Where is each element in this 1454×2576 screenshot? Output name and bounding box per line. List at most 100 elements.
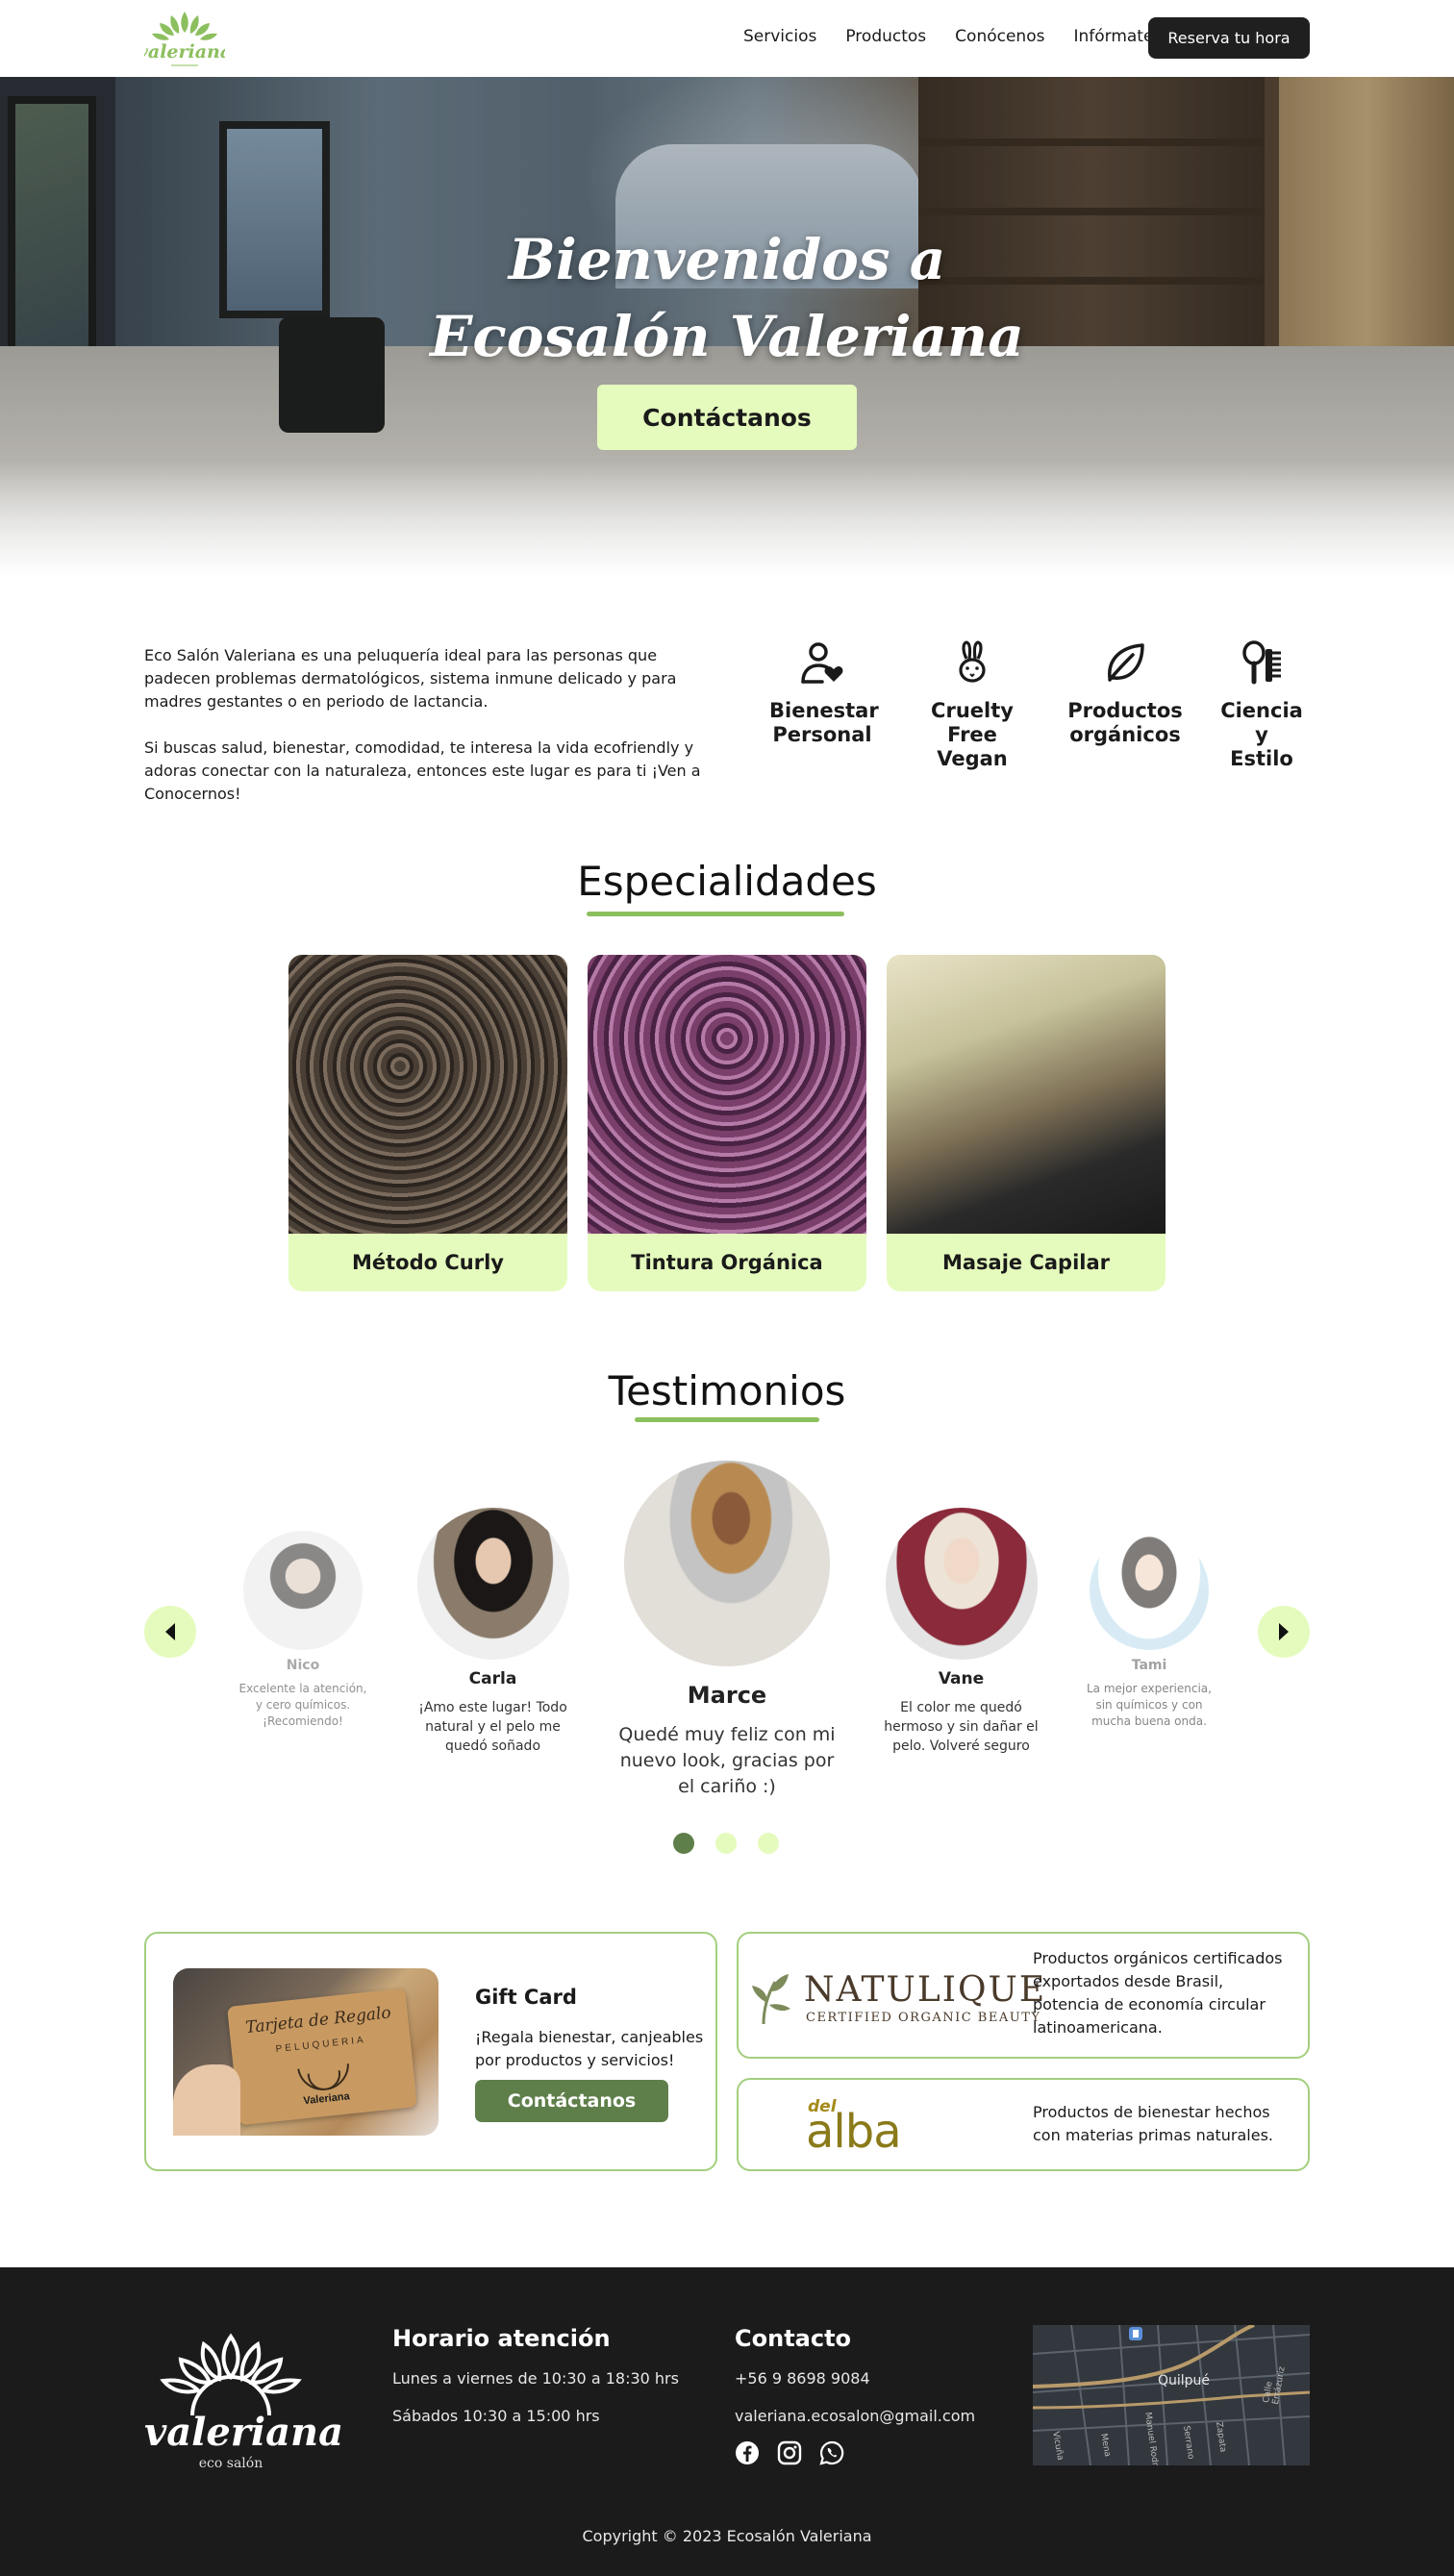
feature-bienestar-line2: Personal: [772, 723, 872, 746]
logo-wordmark: valeriana: [144, 41, 225, 63]
gift-card-hand: [173, 2064, 240, 2136]
specialty-card-curly[interactable]: Método Curly: [288, 955, 567, 1291]
footer-phone[interactable]: +56 9 8698 9084: [735, 2369, 870, 2388]
facebook-icon[interactable]: [735, 2440, 760, 2465]
leaf-icon: [1108, 643, 1144, 682]
nav-link-productos[interactable]: Productos: [845, 27, 926, 46]
hero-title-line1: Bienvenidos a: [508, 227, 946, 292]
arrow-right-icon: [1279, 1623, 1289, 1640]
footer-map[interactable]: Quilpué Vicuña Mena Manuel Rodríguez Zap…: [1033, 2325, 1310, 2465]
gift-card-box: Tarjeta de Regalo PELUQUERIA Valeriana G…: [144, 1932, 717, 2171]
testimonials-underline: [635, 1417, 819, 1422]
testimonial-text: La mejor experiencia, sin químicos y con…: [1087, 1682, 1212, 1728]
testimonial-text: El color me quedó hermoso y sin dañar el…: [884, 1700, 1039, 1754]
footer-email[interactable]: valeriana.ecosalon@gmail.com: [735, 2407, 975, 2425]
instagram-icon[interactable]: [777, 2440, 802, 2465]
avatar-vane: [885, 1508, 1038, 1660]
footer-social: [735, 2440, 844, 2465]
specialty-card-tintura[interactable]: Tintura Orgánica: [588, 955, 866, 1291]
testimonial-text: Excelente la atención, y cero químicos. …: [238, 1682, 367, 1728]
valeriana-logo[interactable]: valeriana: [138, 8, 232, 71]
nav-links: Servicios Productos Conócenos Infórmate: [743, 27, 1153, 46]
testimonial-name: Nico: [286, 1658, 320, 1673]
footer-logo-mandala-icon: [160, 2333, 302, 2416]
testimonial-name: Tami: [1131, 1658, 1167, 1673]
footer-logo-wordmark: valeriana: [144, 2410, 343, 2455]
carousel-dot-3[interactable]: [758, 1833, 779, 1854]
avatar-marce: [624, 1461, 830, 1666]
intro-paragraph-1: Eco Salón Valeriana es una peluquería id…: [144, 646, 677, 711]
natulique-logo[interactable]: NATULIQUE: [804, 1970, 1046, 2010]
map-city-label: Quilpué: [1158, 2373, 1211, 2388]
intro-text: Eco Salón Valeriana es una peluquería id…: [144, 644, 721, 829]
feature-cruelty-free: Cruelty Free Vegan: [910, 639, 1035, 771]
hero-title: Bienvenidos a Ecosalón Valeriana: [0, 221, 1454, 375]
reserve-button[interactable]: Reserva tu hora: [1148, 17, 1310, 59]
carousel-dot-1[interactable]: [673, 1833, 694, 1854]
hero-contact-button[interactable]: Contáctanos: [597, 385, 857, 450]
top-navbar: valeriana Servicios Productos Conócenos …: [0, 0, 1454, 77]
specialty-label-masaje: Masaje Capilar: [941, 1251, 1111, 1274]
avatar-tami: [1090, 1531, 1209, 1650]
nav-link-servicios[interactable]: Servicios: [743, 27, 816, 46]
specialties-title: Especialidades: [577, 858, 877, 905]
feature-organicos-line2: orgánicos: [1069, 723, 1181, 746]
feature-ciencia-line1: Ciencia y: [1220, 699, 1303, 746]
footer-logo[interactable]: valeriana eco salón: [144, 2327, 343, 2471]
footer-hours-weekdays: Lunes a viernes de 10:30 a 18:30 hrs: [392, 2369, 679, 2388]
testimonial-text: ¡Amo este lugar! Todo natural y el pelo …: [418, 1700, 567, 1754]
testimonial-tami: Tami La mejor experiencia, sin químicos …: [1082, 1531, 1216, 1730]
footer-contact-title: Contacto: [735, 2325, 852, 2352]
footer-copyright: Copyright © 2023 Ecosalón Valeriana: [582, 2527, 872, 2545]
gift-contact-button[interactable]: Contáctanos: [475, 2080, 668, 2122]
footer: valeriana eco salón Horario atención Lun…: [0, 2267, 1454, 2576]
nav-link-conocenos[interactable]: Conócenos: [955, 27, 1044, 46]
feature-organicos-line1: Productos: [1067, 699, 1183, 722]
features-row: Bienestar Personal Cruelty Free Vegan Pr…: [769, 639, 1310, 770]
testimonial-vane: Vane El color me quedó hermoso y sin dañ…: [882, 1508, 1040, 1756]
gift-card-mandala-icon: [297, 2063, 349, 2090]
testimonial-name: Vane: [938, 1669, 985, 1688]
specialty-image-tintura: [588, 955, 866, 1234]
feature-ciencia-line2: Estilo: [1230, 747, 1293, 770]
feature-cruelty-line1: Cruelty Free: [931, 699, 1014, 746]
footer-logo-sub: eco salón: [198, 2456, 263, 2471]
brand-box-natulique: NATULIQUE CERTIFIED ORGANIC BEAUTY Produ…: [737, 1932, 1310, 2059]
delalba-description: Productos de bienestar hechos con materi…: [1033, 2103, 1274, 2144]
carousel-dot-2[interactable]: [715, 1833, 737, 1854]
testimonial-carla: Carla ¡Amo este lugar! Todo natural y el…: [414, 1508, 572, 1756]
specialty-label-curly: Método Curly: [352, 1251, 504, 1274]
feature-ciencia: Ciencia y Estilo: [1214, 639, 1310, 771]
avatar-nico: [243, 1531, 363, 1650]
testimonial-name: Carla: [468, 1669, 517, 1688]
carousel-prev-button[interactable]: [144, 1606, 196, 1658]
feature-organicos: Productos orgánicos: [1067, 639, 1183, 747]
natulique-description: Productos orgánicos certificados exporta…: [1033, 1949, 1283, 2037]
testimonials-title: Testimonios: [608, 1367, 846, 1414]
specialty-image-curly: [288, 955, 567, 1234]
avatar-carla: [416, 1508, 569, 1660]
specialty-card-masaje[interactable]: Masaje Capilar: [887, 955, 1166, 1291]
natulique-logo-sub: CERTIFIED ORGANIC BEAUTY: [806, 2011, 1041, 2025]
gift-card-image: Tarjeta de Regalo PELUQUERIA Valeriana: [173, 1968, 439, 2136]
feature-bienestar-line1: Bienestar: [769, 699, 879, 722]
hero-banner: Bienvenidos a Ecosalón Valeriana Contáct…: [0, 77, 1454, 577]
rabbit-icon: [959, 640, 986, 683]
delalba-logo[interactable]: alba: [806, 2105, 902, 2159]
footer-hours-title: Horario atención: [392, 2325, 611, 2352]
person-heart-icon: [801, 642, 843, 684]
specialty-image-masaje: [887, 955, 1166, 1234]
mirror-comb-icon: [1242, 640, 1281, 685]
feature-cruelty-line2: Vegan: [937, 747, 1008, 770]
carousel-dots: [673, 1833, 789, 1854]
intro-paragraph-2: Si buscas salud, bienestar, comodidad, t…: [144, 738, 701, 803]
nav-link-informate[interactable]: Infórmate: [1073, 27, 1153, 46]
whatsapp-icon[interactable]: [819, 2440, 844, 2465]
arrow-left-icon: [165, 1623, 175, 1640]
brand-box-delalba: del alba Productos de bienestar hechos c…: [737, 2078, 1310, 2171]
footer-hours-saturday: Sábados 10:30 a 15:00 hrs: [392, 2407, 600, 2425]
feature-bienestar: Bienestar Personal: [769, 639, 879, 747]
carousel-next-button[interactable]: [1258, 1606, 1310, 1658]
testimonial-marce: Marce Quedé muy feliz con mi nuevo look,…: [615, 1461, 839, 1800]
testimonial-text: Quedé muy feliz con mi nuevo look, graci…: [618, 1724, 836, 1797]
